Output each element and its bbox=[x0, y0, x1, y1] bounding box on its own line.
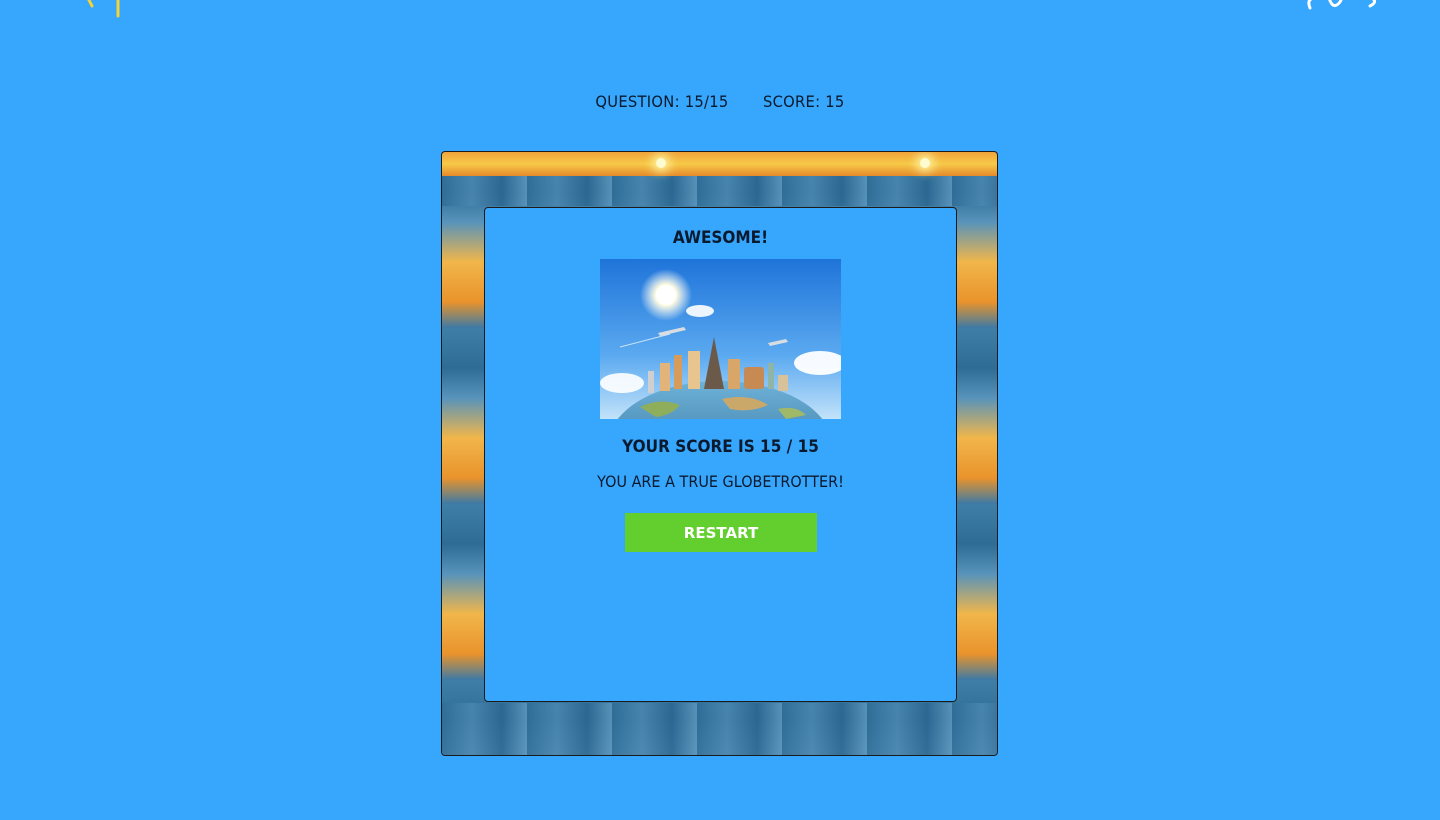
frame-sparkle bbox=[920, 158, 930, 168]
result-message: YOU ARE A TRUE GLOBETROTTER! bbox=[597, 472, 844, 491]
score-counter: SCORE: 15 bbox=[762, 92, 845, 111]
question-counter: QUESTION: 15/15 bbox=[595, 92, 729, 111]
final-score-text: YOUR SCORE IS 15 / 15 bbox=[622, 437, 819, 457]
cloud-icon bbox=[1307, 0, 1377, 10]
restart-button[interactable]: RESTART bbox=[625, 513, 817, 552]
frame-sparkle bbox=[656, 158, 666, 168]
world-landmarks-image bbox=[600, 259, 841, 419]
result-panel: AWESOME! YOUR SCORE IS 15 / 15 YOU ARE A… bbox=[484, 207, 957, 702]
sun-icon bbox=[87, 0, 120, 18]
quiz-frame: AWESOME! YOUR SCORE IS 15 / 15 YOU ARE A… bbox=[441, 151, 998, 756]
frame-sky-strip-bottom bbox=[442, 703, 997, 755]
frame-sky-strip-top bbox=[442, 176, 997, 206]
result-headline: AWESOME! bbox=[672, 228, 769, 248]
quiz-status-bar: QUESTION: 15/15 SCORE: 15 bbox=[58, 92, 1383, 111]
